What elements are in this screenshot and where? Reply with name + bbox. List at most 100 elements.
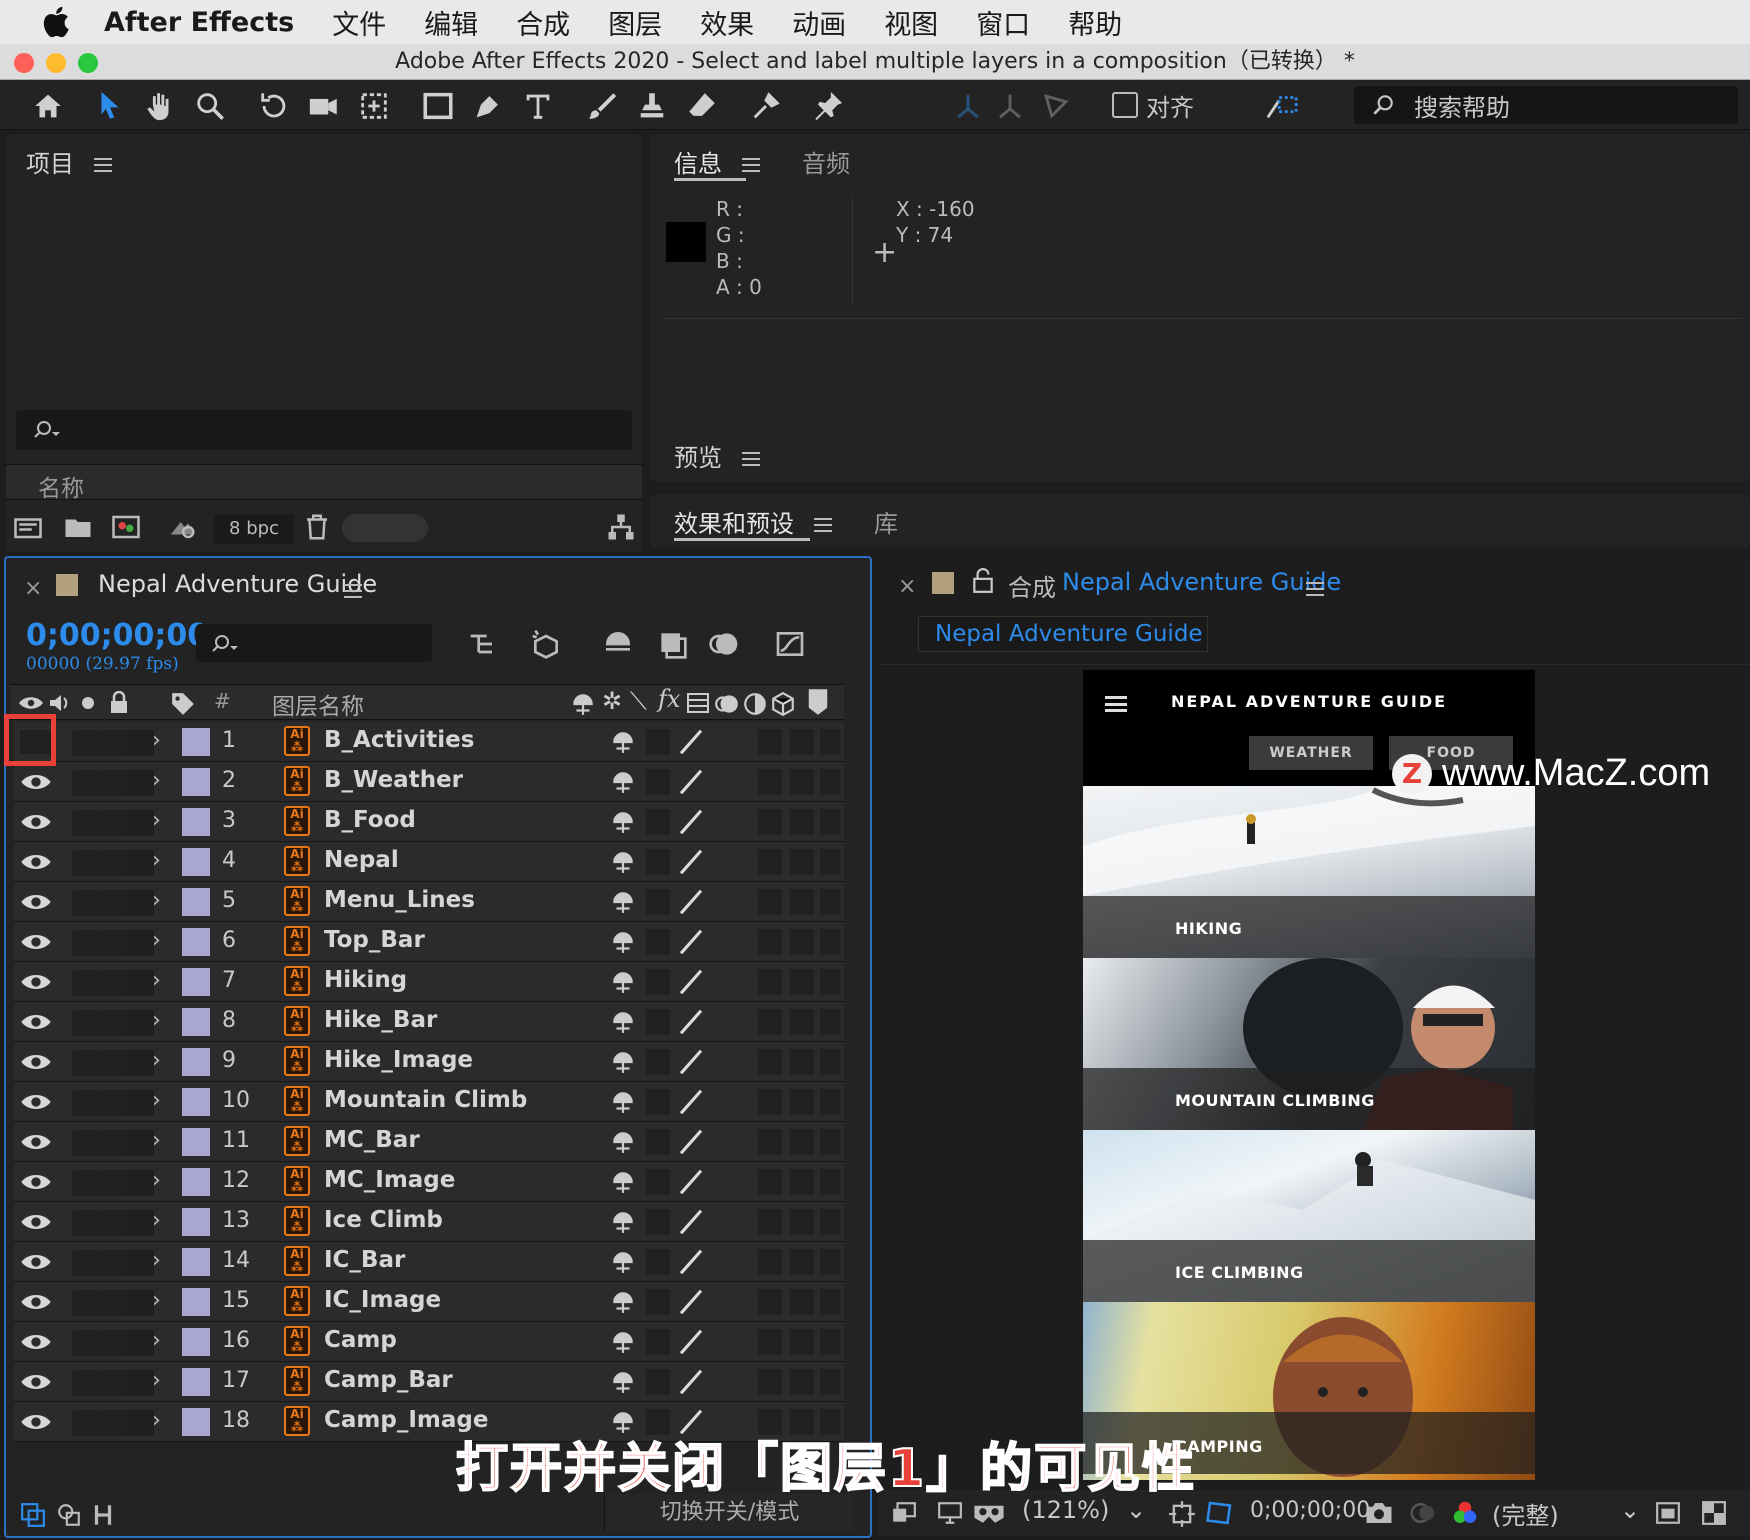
clone-stamp-tool-icon[interactable] xyxy=(632,86,672,126)
layer-name[interactable]: Menu_Lines xyxy=(324,887,475,913)
lock-toggle[interactable] xyxy=(126,890,154,916)
eraser-tool-icon[interactable] xyxy=(682,86,722,126)
motion-blur-switch[interactable] xyxy=(790,809,814,835)
layer-row[interactable]: › 16 Ai ⁂ Camp xyxy=(14,1322,844,1362)
preview-panel-title[interactable]: 预览 xyxy=(674,438,722,473)
layer-switches-icon[interactable] xyxy=(20,1502,46,1528)
thumbnail-slider[interactable] xyxy=(342,514,428,542)
shy-switch-icon[interactable] xyxy=(610,1129,636,1155)
lock-toggle[interactable] xyxy=(126,1370,154,1396)
flowchart-icon[interactable] xyxy=(606,512,636,542)
tab-audio[interactable]: 音频 xyxy=(802,144,850,179)
shy-switch-icon[interactable] xyxy=(610,1009,636,1035)
expand-chevron-icon[interactable]: › xyxy=(152,808,161,833)
shy-switch-icon[interactable] xyxy=(610,849,636,875)
motion-blur-switch[interactable] xyxy=(790,969,814,995)
layer-name[interactable]: B_Food xyxy=(324,807,416,833)
layer-row[interactable]: › 13 Ai ⁂ Ice Climb xyxy=(14,1202,844,1242)
layer-name[interactable]: MC_Bar xyxy=(324,1127,420,1153)
adjustment-switch[interactable] xyxy=(820,889,840,915)
frame-blend-switch[interactable] xyxy=(758,969,782,995)
quality-switch-icon[interactable] xyxy=(676,1287,706,1317)
solo-toggle[interactable] xyxy=(100,730,128,756)
lock-toggle[interactable] xyxy=(126,1330,154,1356)
visibility-eye-icon[interactable] xyxy=(20,1290,52,1314)
frame-blend-switch[interactable] xyxy=(758,1049,782,1075)
menu-edit[interactable]: 编辑 xyxy=(424,3,478,42)
audio-toggle[interactable] xyxy=(72,770,100,796)
frame-blend-switch[interactable] xyxy=(758,769,782,795)
collapse-switch[interactable] xyxy=(646,1329,670,1355)
visibility-eye-icon[interactable] xyxy=(20,1010,52,1034)
motion-blur-switch[interactable] xyxy=(790,889,814,915)
zoom-tool-icon[interactable] xyxy=(190,86,230,126)
collapse-switch[interactable] xyxy=(646,969,670,995)
visibility-eye-icon[interactable] xyxy=(20,1050,52,1074)
collapse-switch[interactable] xyxy=(646,1249,670,1275)
layer-row[interactable]: › 6 Ai ⁂ Top_Bar xyxy=(14,922,844,962)
adjustment-layer-header-icon[interactable] xyxy=(742,691,768,717)
motion-blur-switch[interactable] xyxy=(790,1009,814,1035)
layer-name[interactable]: MC_Image xyxy=(324,1167,455,1193)
menu-view[interactable]: 视图 xyxy=(884,3,938,42)
solo-toggle[interactable] xyxy=(100,1250,128,1276)
layer-row[interactable]: › 11 Ai ⁂ MC_Bar xyxy=(14,1122,844,1162)
solo-toggle[interactable] xyxy=(100,1050,128,1076)
type-tool-icon[interactable] xyxy=(518,86,558,126)
frame-blend-switch[interactable] xyxy=(758,1169,782,1195)
layer-name[interactable]: Hike_Image xyxy=(324,1047,473,1073)
layer-row[interactable]: › 10 Ai ⁂ Mountain Climb xyxy=(14,1082,844,1122)
expand-chevron-icon[interactable]: › xyxy=(152,888,161,913)
solo-toggle[interactable] xyxy=(100,1210,128,1236)
fit-frame-icon[interactable] xyxy=(1168,1500,1196,1528)
audio-toggle[interactable] xyxy=(72,1130,100,1156)
frame-blend-switch[interactable] xyxy=(758,729,782,755)
menu-animation[interactable]: 动画 xyxy=(792,3,846,42)
quality-switch-icon[interactable] xyxy=(676,1047,706,1077)
collapse-switch[interactable] xyxy=(646,849,670,875)
lock-toggle[interactable] xyxy=(126,1090,154,1116)
solo-toggle[interactable] xyxy=(100,970,128,996)
adjustment-switch[interactable] xyxy=(820,809,840,835)
menu-layer[interactable]: 图层 xyxy=(608,3,662,42)
layer-label-color[interactable] xyxy=(182,968,210,996)
visibility-eye-icon[interactable] xyxy=(20,1090,52,1114)
transparency-grid-icon[interactable] xyxy=(1700,1500,1728,1526)
layer-name[interactable]: Hiking xyxy=(324,967,407,993)
hand-tool-icon[interactable] xyxy=(140,86,180,126)
frame-blend-switch[interactable] xyxy=(758,929,782,955)
audio-toggle[interactable] xyxy=(72,850,100,876)
puppet-pin-tool-icon[interactable] xyxy=(808,86,848,126)
expand-chevron-icon[interactable]: › xyxy=(152,768,161,793)
audio-toggle[interactable] xyxy=(72,1370,100,1396)
audio-toggle[interactable] xyxy=(72,930,100,956)
quality-header-icon[interactable]: ⟍ xyxy=(630,687,647,715)
lock-toggle[interactable] xyxy=(126,1210,154,1236)
layer-label-color[interactable] xyxy=(182,1368,210,1396)
lock-toggle[interactable] xyxy=(126,770,154,796)
adjustment-switch[interactable] xyxy=(820,1249,840,1275)
motion-blur-switch[interactable] xyxy=(790,1169,814,1195)
current-time-display[interactable]: 0;00;00;00 xyxy=(26,618,208,653)
lock-toggle[interactable] xyxy=(126,730,154,756)
layer-row[interactable]: › 1 Ai ⁂ B_Activities xyxy=(14,722,844,762)
visibility-eye-icon[interactable] xyxy=(20,890,52,914)
collapse-switch[interactable] xyxy=(646,1089,670,1115)
adjustment-switch[interactable] xyxy=(820,1129,840,1155)
in-out-panes-icon[interactable] xyxy=(90,1502,116,1528)
pan-behind-tool-icon[interactable] xyxy=(354,86,394,126)
menu-effect[interactable]: 效果 xyxy=(700,3,754,42)
layer-row[interactable]: › 9 Ai ⁂ Hike_Image xyxy=(14,1042,844,1082)
collapse-switch[interactable] xyxy=(646,1169,670,1195)
quality-switch-icon[interactable] xyxy=(676,887,706,917)
primary-viewer-icon[interactable] xyxy=(936,1500,964,1526)
transfer-controls-icon[interactable] xyxy=(56,1502,82,1528)
toggle-mask-visibility-icon[interactable] xyxy=(1204,1498,1236,1528)
resolution-chevron-icon[interactable]: ⌄ xyxy=(1620,1496,1640,1524)
frame-blend-switch[interactable] xyxy=(758,809,782,835)
motion-blur-switch[interactable] xyxy=(790,1209,814,1235)
lock-toggle[interactable] xyxy=(126,1410,154,1436)
solo-toggle[interactable] xyxy=(100,1010,128,1036)
bit-depth-button[interactable]: 8 bpc xyxy=(214,514,294,544)
shy-switch-icon[interactable] xyxy=(610,969,636,995)
